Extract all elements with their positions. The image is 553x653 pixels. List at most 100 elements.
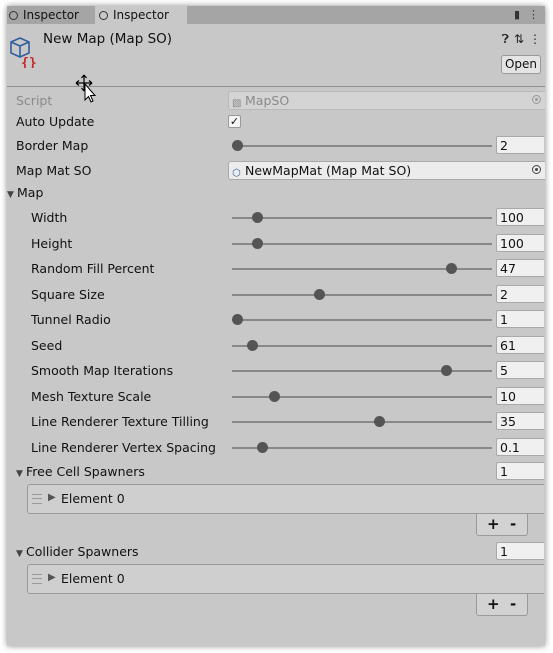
map-section-label: Map	[17, 185, 44, 200]
drag-handle-icon[interactable]	[32, 574, 42, 584]
slider-label: Height	[31, 236, 73, 251]
free-cell-spawners-footer: + -	[476, 514, 528, 536]
slider-label: Square Size	[31, 287, 105, 302]
tab-inspector-1[interactable]: Inspector	[7, 6, 95, 24]
slider-thumb[interactable]	[374, 416, 385, 427]
border-map-slider[interactable]	[232, 145, 492, 147]
collider-spawners-footer: + -	[476, 594, 528, 616]
tab-bar: Inspector Inspector ▮ ⋮	[7, 6, 545, 24]
slider-value-input[interactable]: 100	[496, 208, 544, 226]
slider-track[interactable]	[232, 370, 492, 372]
slider-thumb[interactable]	[257, 442, 268, 453]
slider-label: Smooth Map Iterations	[31, 363, 174, 378]
slider-label: Seed	[31, 338, 63, 353]
slider-track[interactable]	[232, 421, 492, 423]
slider-thumb[interactable]	[441, 365, 452, 376]
border-map-slider-thumb[interactable]	[232, 140, 243, 151]
object-picker-icon	[532, 95, 541, 104]
add-element-button[interactable]: +	[487, 514, 500, 534]
map-slider-row: Width 100	[7, 207, 545, 229]
slider-thumb[interactable]	[446, 263, 457, 274]
slider-track[interactable]	[232, 345, 492, 347]
free-cell-spawners-size-input[interactable]: 1	[496, 462, 544, 480]
collider-spawners-list: ▶ Element 0	[27, 564, 544, 594]
map-slider-row: Tunnel Radio 1	[7, 309, 545, 331]
slider-value-input[interactable]: 61	[496, 336, 544, 354]
border-map-input[interactable]: 2	[496, 136, 544, 154]
border-map-row: Border Map 2	[7, 135, 545, 157]
map-mat-so-row: Map Mat SO ⬡ NewMapMat (Map Mat SO)	[7, 160, 545, 182]
map-slider-row: Square Size 2	[7, 284, 545, 306]
slider-value-input[interactable]: 2	[496, 285, 544, 303]
remove-element-button[interactable]: -	[510, 514, 516, 534]
script-icon: ▧	[232, 98, 242, 109]
slider-value-input[interactable]: 100	[496, 234, 544, 252]
lock-icon[interactable]: ▮	[514, 8, 520, 21]
script-value: MapSO	[245, 93, 290, 108]
object-picker-icon[interactable]	[532, 165, 541, 174]
slider-track[interactable]	[232, 243, 492, 245]
free-cell-spawners-label: Free Cell Spawners	[26, 464, 145, 479]
foldout-arrow-icon: ▼	[16, 469, 23, 479]
free-cell-spawners-list: ▶ Element 0	[27, 484, 544, 514]
map-mat-so-label: Map Mat SO	[16, 163, 92, 178]
svg-text:{}: {}	[21, 56, 37, 68]
slider-value-input[interactable]: 47	[496, 259, 544, 277]
slider-thumb[interactable]	[252, 238, 263, 249]
add-element-button[interactable]: +	[487, 594, 500, 614]
slider-thumb[interactable]	[252, 212, 263, 223]
slider-label: Tunnel Radio	[31, 312, 111, 327]
slider-thumb[interactable]	[269, 391, 280, 402]
remove-element-button[interactable]: -	[510, 594, 516, 614]
map-slider-row: Line Renderer Vertex Spacing 0.1	[7, 437, 545, 459]
scriptable-object-icon: {}	[10, 37, 37, 68]
collider-spawners-size-input[interactable]: 1	[496, 542, 544, 560]
inspector-icon	[99, 11, 108, 20]
menu-icon[interactable]: ⋮	[528, 8, 539, 21]
foldout-arrow-icon: ▼	[16, 549, 23, 559]
slider-track[interactable]	[232, 294, 492, 296]
slider-track[interactable]	[232, 447, 492, 449]
collider-spawners-row[interactable]: ▼ Collider Spawners 1	[7, 541, 545, 563]
slider-track[interactable]	[232, 319, 492, 321]
help-icon[interactable]: ❓︎	[502, 32, 509, 46]
slider-thumb[interactable]	[314, 289, 325, 300]
scriptable-object-icon: ⬡	[232, 168, 241, 179]
collider-spawners-label: Collider Spawners	[26, 544, 139, 559]
tab-label: Inspector	[23, 8, 79, 22]
map-slider-row: Random Fill Percent 47	[7, 258, 545, 280]
list-element-label[interactable]: Element 0	[61, 491, 125, 506]
auto-update-label: Auto Update	[16, 114, 95, 129]
slider-value-input[interactable]: 1	[496, 310, 544, 328]
tab-inspector-2[interactable]: Inspector	[95, 6, 187, 24]
slider-track[interactable]	[232, 217, 492, 219]
foldout-arrow-icon: ▼	[7, 190, 14, 200]
slider-label: Width	[31, 210, 68, 225]
tab-label: Inspector	[113, 8, 169, 22]
slider-thumb[interactable]	[247, 340, 258, 351]
slider-label: Mesh Texture Scale	[31, 389, 152, 404]
expand-arrow-icon[interactable]: ▶	[48, 572, 56, 583]
free-cell-spawners-row[interactable]: ▼ Free Cell Spawners 1	[7, 461, 545, 483]
map-mat-so-field[interactable]: ⬡ NewMapMat (Map Mat SO)	[228, 161, 545, 180]
map-slider-row: Smooth Map Iterations 5	[7, 360, 545, 382]
auto-update-row: Auto Update ✓	[7, 111, 545, 133]
slider-thumb[interactable]	[232, 314, 243, 325]
slider-label: Line Renderer Texture Tilling	[31, 414, 209, 429]
inspector-icon	[9, 11, 18, 20]
expand-arrow-icon[interactable]: ▶	[48, 492, 56, 503]
drag-handle-icon[interactable]	[32, 494, 42, 504]
map-slider-row: Mesh Texture Scale 10	[7, 386, 545, 408]
map-mat-so-value: NewMapMat (Map Mat SO)	[245, 163, 412, 178]
map-foldout[interactable]: ▼ Map	[7, 182, 545, 204]
auto-update-checkbox[interactable]: ✓	[228, 115, 241, 128]
map-slider-row: Seed 61	[7, 335, 545, 357]
slider-value-input[interactable]: 0.1	[496, 438, 544, 456]
kebab-menu-icon[interactable]: ⋮	[529, 32, 541, 46]
preset-icon[interactable]: ⇅	[514, 32, 524, 46]
slider-value-input[interactable]: 35	[496, 412, 544, 430]
slider-value-input[interactable]: 10	[496, 387, 544, 405]
slider-value-input[interactable]: 5	[496, 361, 544, 379]
list-element-label[interactable]: Element 0	[61, 571, 125, 586]
open-button[interactable]: Open	[501, 55, 541, 74]
